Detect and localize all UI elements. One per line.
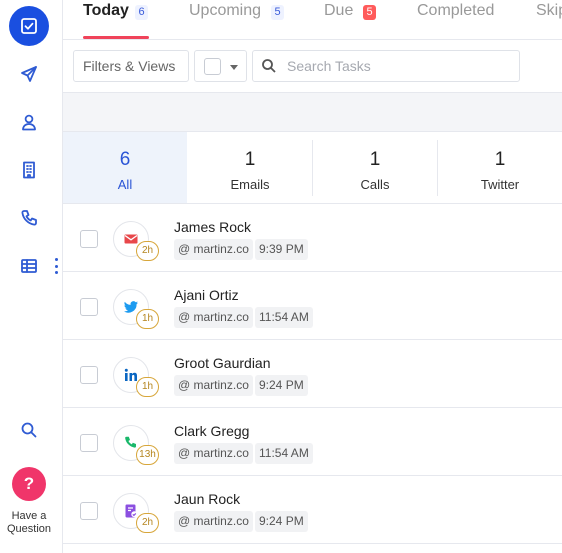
age-badge: 1h [136,309,159,329]
tab-bar: Today 6 Upcoming 5 Due 5 Completed Skip [63,0,562,40]
search-box [252,50,520,82]
stat-all[interactable]: 6 All [63,132,187,203]
task-checkbox[interactable] [80,434,98,452]
tab-count-badge: 6 [135,5,148,20]
search-input[interactable] [287,56,507,76]
tab-label: Upcoming [189,2,262,19]
search-icon [262,59,276,73]
task-checkbox[interactable] [80,298,98,316]
tab-upcoming[interactable]: Upcoming 5 [189,0,289,40]
contact-name[interactable]: Groot Gaurdian [174,355,271,371]
phone-icon[interactable] [9,198,49,238]
company-chip: @ martinz.co [174,239,253,260]
stat-value: 1 [494,149,506,170]
bulk-select-dropdown[interactable] [194,50,247,82]
tab-completed[interactable]: Completed [417,0,507,40]
sidebar: ? Have a Question [0,0,63,553]
stat-value: 1 [369,149,381,170]
tab-count-badge: 5 [271,5,284,20]
contact-name[interactable]: Jaun Rock [174,491,240,507]
search-icon[interactable] [9,410,49,450]
table-icon[interactable] [9,246,49,286]
send-icon[interactable] [9,54,49,94]
active-tab-indicator [83,36,149,39]
contact-name[interactable]: Ajani Ortiz [174,287,239,303]
age-badge: 2h [136,241,159,261]
tab-count-badge: 5 [363,5,376,20]
tasks-icon[interactable] [9,6,49,46]
task-row[interactable]: 2h Jaun Rock @ martinz.co 9:24 PM [63,476,562,544]
company-icon[interactable] [9,150,49,190]
company-chip: @ martinz.co [174,375,253,396]
task-row[interactable]: 13h Clark Gregg @ martinz.co 11:54 AM [63,408,562,476]
task-row[interactable]: 2h James Rock @ martinz.co 9:39 PM [63,204,562,272]
time-chip: 11:54 AM [255,443,313,464]
company-chip: @ martinz.co [174,307,253,328]
tab-label: Completed [417,2,495,19]
tab-label: Skip [536,2,562,19]
company-chip: @ martinz.co [174,511,253,532]
contact-name[interactable]: Clark Gregg [174,423,249,439]
tab-today[interactable]: Today 6 [83,0,173,40]
more-options-icon[interactable] [53,258,59,274]
tab-label: Today [83,2,129,19]
task-checkbox[interactable] [80,230,98,248]
age-badge: 13h [136,445,159,465]
task-checkbox[interactable] [80,366,98,384]
stat-label: Twitter [480,177,520,192]
main-panel: Today 6 Upcoming 5 Due 5 Completed Skip … [63,0,562,553]
age-badge: 1h [136,377,159,397]
list-header-band [63,92,562,132]
stat-label: Calls [360,177,390,192]
stat-label: Emails [230,177,270,192]
stat-emails[interactable]: 1 Emails [188,132,312,203]
filters-views-button[interactable]: Filters & Views [73,50,189,82]
age-badge: 2h [136,513,159,533]
time-chip: 9:39 PM [255,239,308,260]
task-type-summary: 6 All 1 Emails 1 Calls 1 Twitter [63,132,562,204]
stat-value: 6 [119,149,131,170]
tab-skip[interactable]: Skip [536,0,562,40]
task-list: 2h James Rock @ martinz.co 9:39 PM 1h Aj… [63,204,562,544]
contacts-icon[interactable] [9,102,49,142]
stat-label: All [117,177,133,192]
time-chip: 11:54 AM [255,307,313,328]
stat-value: 1 [244,149,256,170]
company-chip: @ martinz.co [174,443,253,464]
help-label: Have a Question [6,510,52,535]
tab-due[interactable]: Due 5 [324,0,384,40]
time-chip: 9:24 PM [255,511,308,532]
stat-calls[interactable]: 1 Calls [313,132,437,203]
help-widget: ? Have a Question [0,467,58,536]
tab-label: Due [324,2,354,19]
task-row[interactable]: 1h Groot Gaurdian @ martinz.co 9:24 PM [63,340,562,408]
task-checkbox[interactable] [80,502,98,520]
stat-twitter[interactable]: 1 Twitter [438,132,562,203]
chevron-down-icon [230,65,238,70]
time-chip: 9:24 PM [255,375,308,396]
help-button[interactable]: ? [12,467,46,501]
contact-name[interactable]: James Rock [174,219,251,235]
task-row[interactable]: 1h Ajani Ortiz @ martinz.co 11:54 AM [63,272,562,340]
toolbar: Filters & Views [63,40,562,92]
select-all-checkbox[interactable] [204,58,221,75]
app: ? Have a Question Today 6 Upcoming 5 Due… [0,0,562,553]
